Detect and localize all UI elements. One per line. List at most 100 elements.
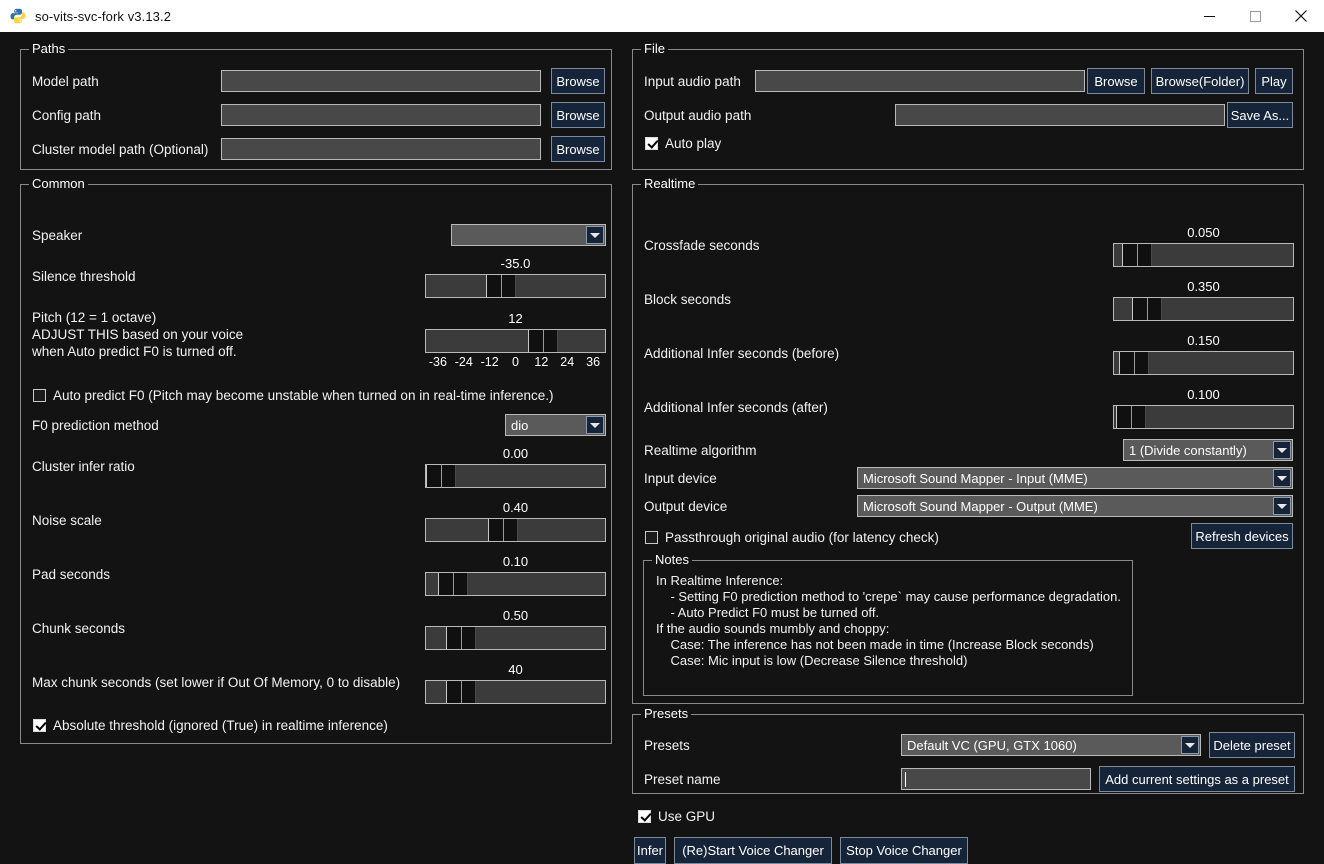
slider-thumb[interactable] — [1116, 406, 1146, 428]
close-icon[interactable] — [1278, 0, 1324, 32]
input-browse-folder-button[interactable]: Browse(Folder) — [1151, 68, 1249, 94]
additional-infer-before-value: 0.150 — [1113, 333, 1294, 348]
config-path-browse-button[interactable]: Browse — [551, 102, 605, 128]
presets-group: Presets Presets Default VC (GPU, GTX 106… — [632, 714, 1304, 794]
max-chunk-seconds-slider[interactable] — [425, 680, 606, 704]
maximize-icon[interactable] — [1232, 0, 1278, 32]
checkbox-box[interactable] — [645, 137, 658, 150]
realtime-algorithm-label: Realtime algorithm — [644, 442, 757, 459]
slider-thumb[interactable] — [1132, 298, 1162, 320]
pad-seconds-value: 0.10 — [425, 554, 606, 569]
model-path-browse-button[interactable]: Browse — [551, 68, 605, 94]
pitch-tick: -36 — [425, 355, 451, 369]
slider-thumb[interactable] — [486, 275, 516, 297]
input-browse-button[interactable]: Browse — [1087, 68, 1145, 94]
chevron-down-icon[interactable] — [586, 416, 604, 434]
slider-thumb[interactable] — [528, 330, 558, 352]
slider-thumb[interactable] — [446, 627, 476, 649]
slider-thumb[interactable] — [426, 465, 456, 487]
pitch-tick: 12 — [528, 355, 554, 369]
notes-group: Notes In Realtime Inference: - Setting F… — [643, 560, 1133, 696]
output-device-value: Microsoft Sound Mapper - Output (MME) — [858, 499, 1098, 514]
window-title: so-vits-svc-fork v3.13.2 — [35, 9, 171, 24]
input-audio-path-input[interactable] — [755, 70, 1085, 92]
silence-threshold-label: Silence threshold — [32, 268, 136, 285]
cluster-model-path-label: Cluster model path (Optional) — [32, 141, 208, 158]
delete-preset-button[interactable]: Delete preset — [1209, 732, 1295, 758]
realtime-algorithm-select[interactable]: 1 (Divide constantly) — [1123, 439, 1293, 461]
max-chunk-seconds-label: Max chunk seconds (set lower if Out Of M… — [32, 674, 400, 691]
noise-scale-slider[interactable] — [425, 518, 606, 542]
add-preset-button[interactable]: Add current settings as a preset — [1099, 766, 1295, 792]
model-path-input[interactable] — [221, 70, 541, 92]
checkbox-box[interactable] — [33, 719, 46, 732]
cluster-infer-ratio-label: Cluster infer ratio — [32, 458, 135, 475]
chevron-down-icon[interactable] — [1273, 497, 1291, 515]
pitch-tick: -12 — [477, 355, 503, 369]
presets-select[interactable]: Default VC (GPU, GTX 1060) — [901, 734, 1201, 756]
preset-name-label: Preset name — [644, 771, 721, 788]
chevron-down-icon[interactable] — [1273, 441, 1291, 459]
noise-scale-value: 0.40 — [425, 500, 606, 515]
absolute-threshold-checkbox[interactable]: Absolute threshold (ignored (True) in re… — [33, 718, 388, 733]
block-seconds-value: 0.350 — [1113, 279, 1294, 294]
absolute-threshold-label: Absolute threshold (ignored (True) in re… — [53, 718, 388, 733]
checkbox-box[interactable] — [645, 531, 658, 544]
minimize-icon[interactable] — [1186, 0, 1232, 32]
realtime-group: Realtime Crossfade seconds 0.050 Block s… — [632, 184, 1304, 704]
f0-prediction-method-select[interactable]: dio — [505, 414, 606, 436]
output-audio-path-label: Output audio path — [644, 107, 751, 124]
input-device-select[interactable]: Microsoft Sound Mapper - Input (MME) — [857, 467, 1293, 489]
stop-voice-changer-button[interactable]: Stop Voice Changer — [840, 837, 968, 864]
additional-infer-before-slider[interactable] — [1113, 351, 1294, 375]
common-group: Common Speaker Silence threshold -35.0 P… — [20, 184, 612, 744]
crossfade-seconds-slider[interactable] — [1113, 243, 1294, 267]
chunk-seconds-slider[interactable] — [425, 626, 606, 650]
realtime-algorithm-value: 1 (Divide constantly) — [1124, 443, 1247, 458]
slider-thumb[interactable] — [1119, 352, 1149, 374]
additional-infer-after-value: 0.100 — [1113, 387, 1294, 402]
preset-name-input[interactable] — [901, 768, 1091, 790]
notes-text: In Realtime Inference: - Setting F0 pred… — [656, 573, 1121, 669]
chevron-down-icon[interactable] — [1273, 469, 1291, 487]
block-seconds-slider[interactable] — [1113, 297, 1294, 321]
output-audio-path-input[interactable] — [895, 104, 1225, 126]
slider-thumb[interactable] — [446, 681, 476, 703]
pitch-tick: 24 — [554, 355, 580, 369]
use-gpu-checkbox[interactable]: Use GPU — [638, 809, 715, 824]
common-legend: Common — [29, 176, 88, 192]
cluster-model-path-input[interactable] — [221, 138, 541, 160]
checkbox-box[interactable] — [638, 810, 651, 823]
chevron-down-icon[interactable] — [1181, 736, 1199, 754]
config-path-label: Config path — [32, 107, 101, 124]
pad-seconds-slider[interactable] — [425, 572, 606, 596]
presets-legend: Presets — [641, 706, 691, 722]
speaker-select[interactable] — [451, 224, 606, 246]
presets-label: Presets — [644, 737, 690, 754]
additional-infer-after-slider[interactable] — [1113, 405, 1294, 429]
save-as-button[interactable]: Save As... — [1227, 102, 1293, 128]
cluster-model-path-browse-button[interactable]: Browse — [551, 136, 605, 162]
auto-play-checkbox[interactable]: Auto play — [645, 136, 721, 151]
play-button[interactable]: Play — [1255, 68, 1293, 94]
pitch-tick: -24 — [451, 355, 477, 369]
pitch-slider[interactable] — [425, 329, 606, 353]
restart-voice-changer-button[interactable]: (Re)Start Voice Changer — [674, 837, 832, 864]
output-device-select[interactable]: Microsoft Sound Mapper - Output (MME) — [857, 495, 1293, 517]
auto-predict-f0-checkbox[interactable]: Auto predict F0 (Pitch may become unstab… — [33, 388, 554, 403]
infer-button[interactable]: Infer — [634, 837, 666, 864]
paths-legend: Paths — [29, 41, 68, 57]
config-path-input[interactable] — [221, 104, 541, 126]
checkbox-box[interactable] — [33, 389, 46, 402]
refresh-devices-button[interactable]: Refresh devices — [1191, 523, 1293, 549]
silence-threshold-slider[interactable] — [425, 274, 606, 298]
python-logo-icon — [10, 8, 26, 24]
passthrough-checkbox[interactable]: Passthrough original audio (for latency … — [645, 530, 939, 545]
chevron-down-icon[interactable] — [586, 226, 604, 244]
cluster-infer-ratio-slider[interactable] — [425, 464, 606, 488]
slider-thumb[interactable] — [438, 573, 468, 595]
block-seconds-label: Block seconds — [644, 291, 731, 308]
slider-thumb[interactable] — [488, 519, 518, 541]
slider-thumb[interactable] — [1122, 244, 1152, 266]
f0-prediction-method-value: dio — [506, 418, 528, 433]
